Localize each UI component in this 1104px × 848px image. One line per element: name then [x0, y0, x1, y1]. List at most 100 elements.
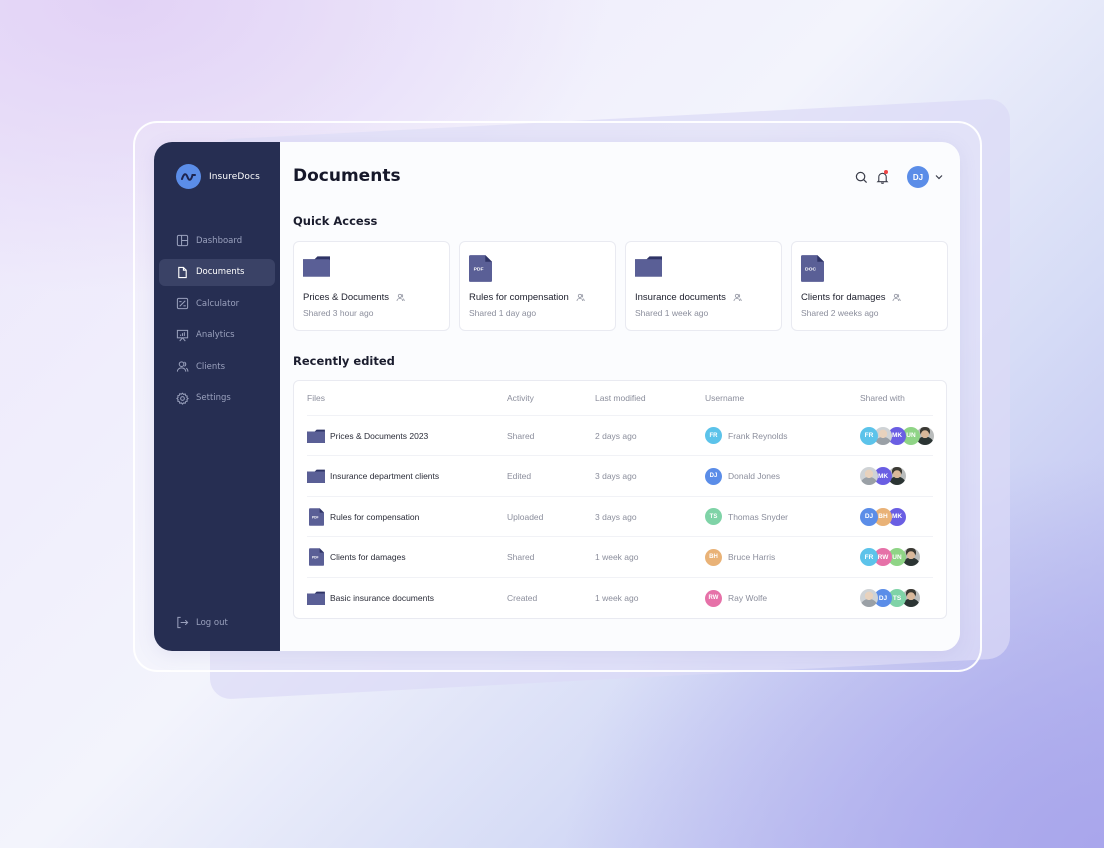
shared-with-cell: DJ BH MK: [860, 507, 933, 526]
pdf-file-icon: PDF: [469, 255, 492, 282]
table-row[interactable]: Basic insurance documents Created 1 week…: [307, 578, 933, 618]
folder-icon: [307, 429, 325, 443]
calculator-icon: [176, 297, 189, 310]
username-cell: RW Ray Wolfe: [705, 589, 860, 607]
file-type-icon-wrap: [307, 591, 325, 605]
column-header-activity[interactable]: Activity: [507, 393, 595, 403]
file-type-icon: DOC: [801, 255, 824, 287]
svg-text:DOC: DOC: [805, 266, 816, 272]
file-cell: PDF Rules for compensation: [307, 507, 507, 526]
shared-users-icon: [893, 293, 902, 302]
shared-users-icon: [576, 293, 585, 302]
shared-user-avatar[interactable]: FR: [860, 426, 878, 445]
user-avatar: TS: [705, 508, 722, 525]
username-cell: TS Thomas Snyder: [705, 508, 860, 525]
quick-access-card-subtitle: Shared 2 weeks ago: [801, 308, 879, 318]
layout-icon: [176, 234, 189, 247]
column-header-shared-with[interactable]: Shared with: [860, 393, 933, 403]
sidebar-item-label: Settings: [196, 393, 231, 403]
file-name[interactable]: Rules for compensation: [330, 512, 419, 522]
chevron-down-icon[interactable]: [934, 172, 944, 182]
logout-label: Log out: [196, 617, 228, 628]
brand[interactable]: InsureDocs: [176, 164, 260, 189]
user-avatar[interactable]: DJ: [907, 166, 929, 188]
sidebar-item-settings[interactable]: Settings: [159, 385, 275, 412]
sidebar-item-calculator[interactable]: Calculator: [159, 290, 275, 317]
column-header-last-modified[interactable]: Last modified: [595, 393, 705, 403]
file-icon: [178, 266, 187, 278]
sidebar-item-label: Analytics: [196, 330, 235, 340]
logout-icon: [177, 616, 189, 629]
quick-access-card-name: Rules for compensation: [469, 292, 569, 303]
presentation-chart-icon: [176, 329, 189, 341]
sidebar-item-analytics[interactable]: Analytics: [159, 322, 275, 349]
file-name[interactable]: Insurance department clients: [330, 471, 439, 481]
last-modified-cell: 2 days ago: [595, 430, 637, 441]
file-cell: Prices & Documents 2023: [307, 429, 507, 443]
file-name[interactable]: Prices & Documents 2023: [330, 431, 428, 441]
quick-access-card[interactable]: Insurance documents Shared 1 week ago: [625, 241, 782, 331]
shared-with-cell: MK: [860, 467, 933, 485]
column-header-files[interactable]: Files: [307, 393, 507, 403]
username: Frank Reynolds: [728, 430, 788, 441]
activity-cell: Created: [507, 593, 538, 603]
notification-dot: [884, 170, 888, 174]
quick-access-card-name-row: Rules for compensation: [469, 292, 585, 303]
svg-text:PDF: PDF: [312, 515, 319, 519]
logout-button[interactable]: Log out: [176, 616, 228, 629]
file-type-icon: [635, 255, 662, 282]
username-cell: BH Bruce Harris: [705, 548, 860, 566]
notifications-button[interactable]: [874, 169, 890, 185]
brand-name: InsureDocs: [209, 171, 260, 182]
table-row[interactable]: Prices & Documents 2023 Shared 2 days ag…: [307, 416, 934, 456]
search-button[interactable]: [853, 169, 869, 185]
activity-cell: Uploaded: [507, 511, 544, 522]
shared-user-avatar[interactable]: DJ: [860, 507, 878, 526]
activity-cell: Shared: [507, 430, 535, 441]
quick-access-card-name-row: Insurance documents: [635, 292, 742, 303]
shared-users-icon: [396, 293, 405, 302]
user-avatar: DJ: [705, 467, 722, 485]
shared-users-icon: [733, 293, 742, 302]
main-content: Documents DJ Quick Access Prices & Docum…: [280, 142, 960, 651]
shared-user-avatar[interactable]: FR: [860, 548, 878, 566]
shared-user-photo-avatar[interactable]: [860, 467, 878, 485]
quick-access-title: Quick Access: [293, 214, 378, 228]
users-icon: [176, 361, 189, 372]
shared-with-cell: FR MK UN: [860, 426, 934, 445]
quick-access-card[interactable]: DOC Clients for damages Shared 2 weeks a…: [791, 241, 948, 331]
file-name[interactable]: Basic insurance documents: [330, 593, 434, 603]
table-row[interactable]: PDF Clients for damages Shared 1 week ag…: [307, 538, 933, 578]
sidebar-item-clients[interactable]: Clients: [159, 353, 275, 380]
shared-avatars: MK: [860, 467, 906, 485]
table-row[interactable]: Insurance department clients Edited 3 da…: [307, 457, 933, 497]
file-name[interactable]: Clients for damages: [330, 552, 406, 562]
sidebar-item-label: Documents: [196, 267, 245, 277]
file-type-icon: [303, 255, 330, 282]
quick-access-card-name-row: Prices & Documents: [303, 292, 405, 303]
column-header-username[interactable]: Username: [705, 393, 860, 403]
file-cell: PDF Clients for damages: [307, 548, 507, 566]
table-row[interactable]: PDF Rules for compensation Uploaded 3 da…: [307, 497, 933, 537]
recently-edited-title: Recently edited: [293, 354, 395, 368]
sidebar-item-label: Calculator: [196, 298, 240, 309]
pdf-file-icon: PDF: [308, 548, 324, 566]
user-avatar: BH: [705, 548, 722, 566]
quick-access-list: Prices & Documents Shared 3 hour ago PDF…: [293, 241, 948, 331]
quick-access-card-name: Clients for damages: [801, 292, 886, 303]
pdf-file-icon: PDF: [308, 507, 324, 526]
sidebar-item-documents[interactable]: Documents: [159, 258, 275, 286]
username-cell: FR Frank Reynolds: [705, 427, 860, 444]
quick-access-card[interactable]: Prices & Documents Shared 3 hour ago: [293, 241, 450, 331]
folder-icon: [303, 256, 330, 277]
sidebar-item-dashboard[interactable]: Dashboard: [159, 227, 275, 254]
gear-icon: [176, 392, 189, 405]
file-type-icon-wrap: [307, 469, 325, 483]
shared-avatars: FR RW UN: [860, 548, 920, 566]
folder-icon: [635, 256, 662, 277]
last-modified-cell: 3 days ago: [595, 511, 637, 522]
shared-user-photo-avatar[interactable]: [860, 589, 878, 607]
username: Bruce Harris: [728, 552, 776, 562]
quick-access-card[interactable]: PDF Rules for compensation Shared 1 day …: [459, 241, 616, 331]
username: Thomas Snyder: [728, 511, 788, 522]
